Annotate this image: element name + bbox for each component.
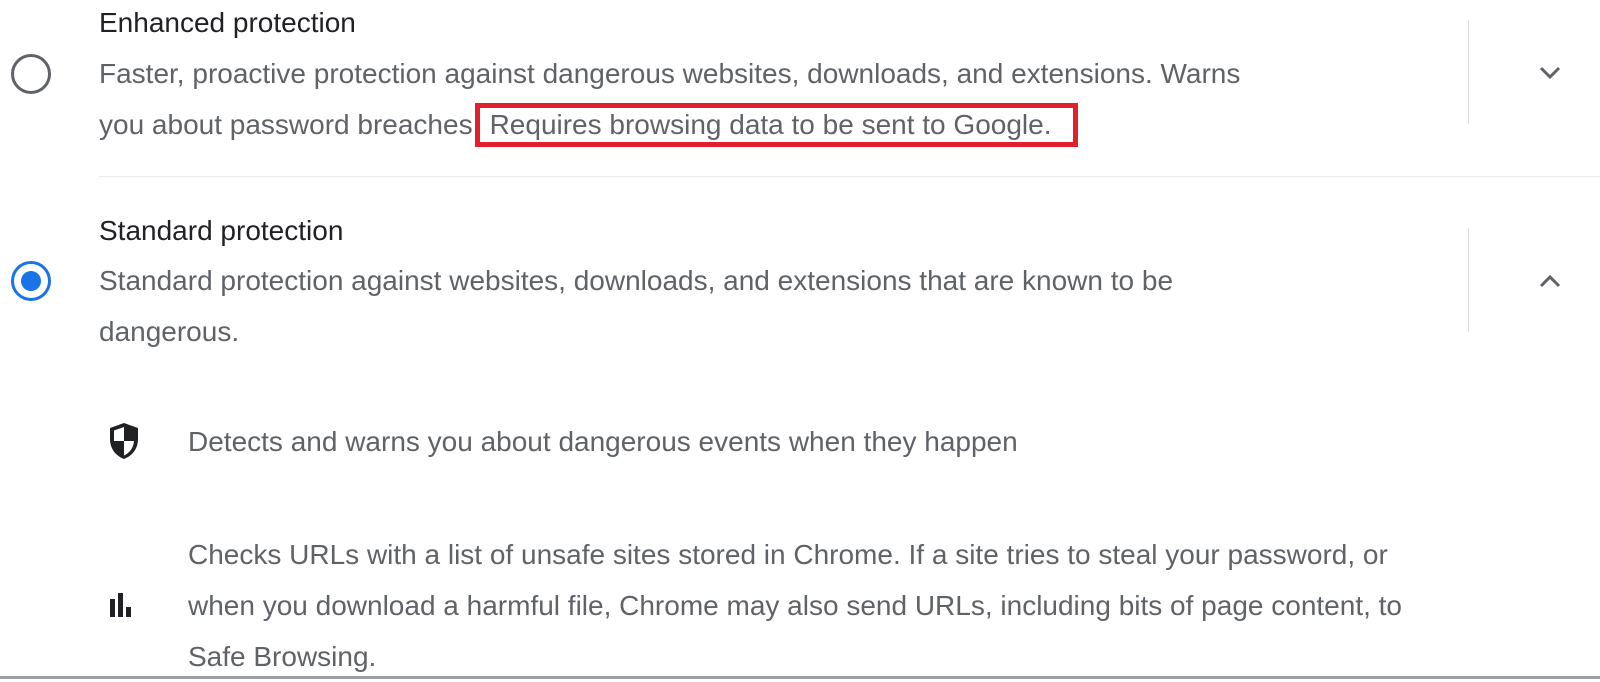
- detail-checks-urls-text: Checks URLs with a list of unsafe sites …: [188, 529, 1402, 682]
- detail-checks-urls-line2: when you download a harmful file, Chrome…: [188, 590, 1403, 621]
- chevron-up-icon[interactable]: [1530, 261, 1570, 301]
- enhanced-protection-description-line2: you about password breaches Requires brow…: [99, 99, 1240, 150]
- enhanced-protection-description-prefix: you about password breaches: [99, 109, 473, 140]
- safe-browsing-settings: Enhanced protection Faster, proactive pr…: [0, 0, 1600, 679]
- enhanced-protection-divider: [1468, 20, 1469, 124]
- standard-protection-description-line1: Standard protection against websites, do…: [99, 265, 1174, 296]
- enhanced-protection-description: Faster, proactive protection against dan…: [99, 48, 1240, 150]
- standard-protection-divider: [1468, 228, 1469, 332]
- requires-browsing-data-highlight: Requires browsing data to be sent to Goo…: [474, 103, 1079, 147]
- standard-protection-radio[interactable]: [11, 261, 51, 301]
- bar-chart-icon: [100, 585, 140, 625]
- standard-protection-description: Standard protection against websites, do…: [99, 255, 1173, 357]
- enhanced-protection-radio[interactable]: [11, 54, 51, 94]
- standard-protection-title: Standard protection: [99, 215, 344, 246]
- detail-detects-text: Detects and warns you about dangerous ev…: [188, 426, 1018, 457]
- chevron-down-icon[interactable]: [1530, 53, 1570, 93]
- enhanced-protection-description-line1: Faster, proactive protection against dan…: [99, 58, 1241, 89]
- detail-checks-urls-line1: Checks URLs with a list of unsafe sites …: [188, 539, 1388, 570]
- enhanced-protection-title: Enhanced protection: [99, 7, 356, 38]
- options-separator: [99, 176, 1600, 177]
- radio-selected-dot: [21, 271, 41, 291]
- standard-protection-description-line2: dangerous.: [99, 316, 240, 347]
- detail-checks-urls-line3: Safe Browsing.: [188, 641, 377, 672]
- shield-icon: [104, 421, 144, 461]
